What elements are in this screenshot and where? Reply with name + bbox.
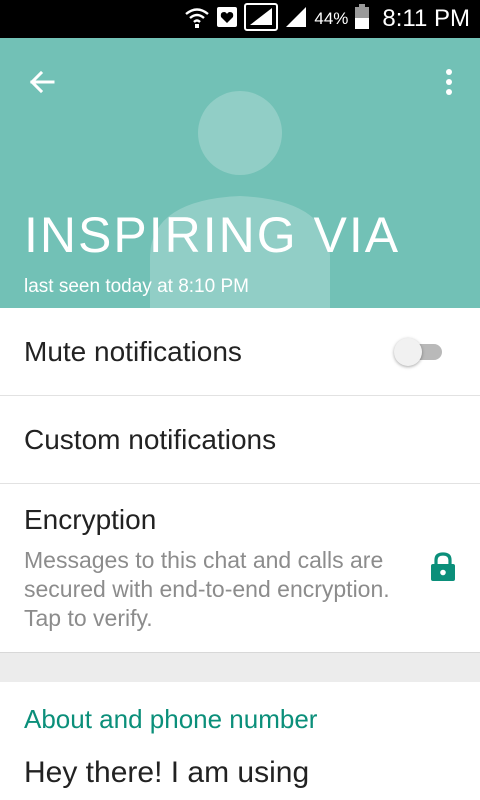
mute-notifications-row[interactable]: Mute notifications xyxy=(0,308,480,396)
last-seen-text: last seen today at 8:10 PM xyxy=(24,276,249,297)
custom-notifications-row[interactable]: Custom notifications xyxy=(0,396,480,484)
about-status-text[interactable]: Hey there! I am using xyxy=(24,756,309,790)
arrow-left-icon xyxy=(29,70,55,94)
notification-icon xyxy=(216,6,238,33)
wifi-icon xyxy=(184,5,210,34)
encryption-label: Encryption xyxy=(24,504,157,535)
more-vert-icon xyxy=(446,69,452,95)
signal-icon xyxy=(284,5,308,34)
lock-icon xyxy=(431,552,455,581)
more-options-button[interactable] xyxy=(434,60,464,104)
section-divider xyxy=(0,652,480,682)
back-button[interactable] xyxy=(20,60,64,104)
toggle-thumb xyxy=(394,338,422,366)
custom-notifications-label: Custom notifications xyxy=(24,424,277,455)
encryption-description: Messages to this chat and calls are secu… xyxy=(24,547,390,631)
contact-name: INSPIRING VIA xyxy=(24,207,401,263)
encryption-row[interactable]: Encryption Messages to this chat and cal… xyxy=(0,484,480,652)
battery-percent: 44% xyxy=(314,9,349,28)
mute-notifications-label: Mute notifications xyxy=(24,336,242,367)
clock: 8:11 PM xyxy=(382,5,470,32)
battery-icon xyxy=(354,3,370,35)
signal-icon xyxy=(244,2,279,36)
about-section: About and phone number Hey there! I am u… xyxy=(0,682,480,800)
contact-header: INSPIRING VIA last seen today at 8:10 PM xyxy=(0,38,480,308)
about-section-title: About and phone number xyxy=(24,704,318,734)
status-bar: 44% 8:11 PM xyxy=(0,0,480,38)
status-icons: 44% 8:11 PM xyxy=(184,0,470,38)
default-avatar-icon xyxy=(150,91,330,308)
mute-toggle[interactable] xyxy=(394,338,446,366)
